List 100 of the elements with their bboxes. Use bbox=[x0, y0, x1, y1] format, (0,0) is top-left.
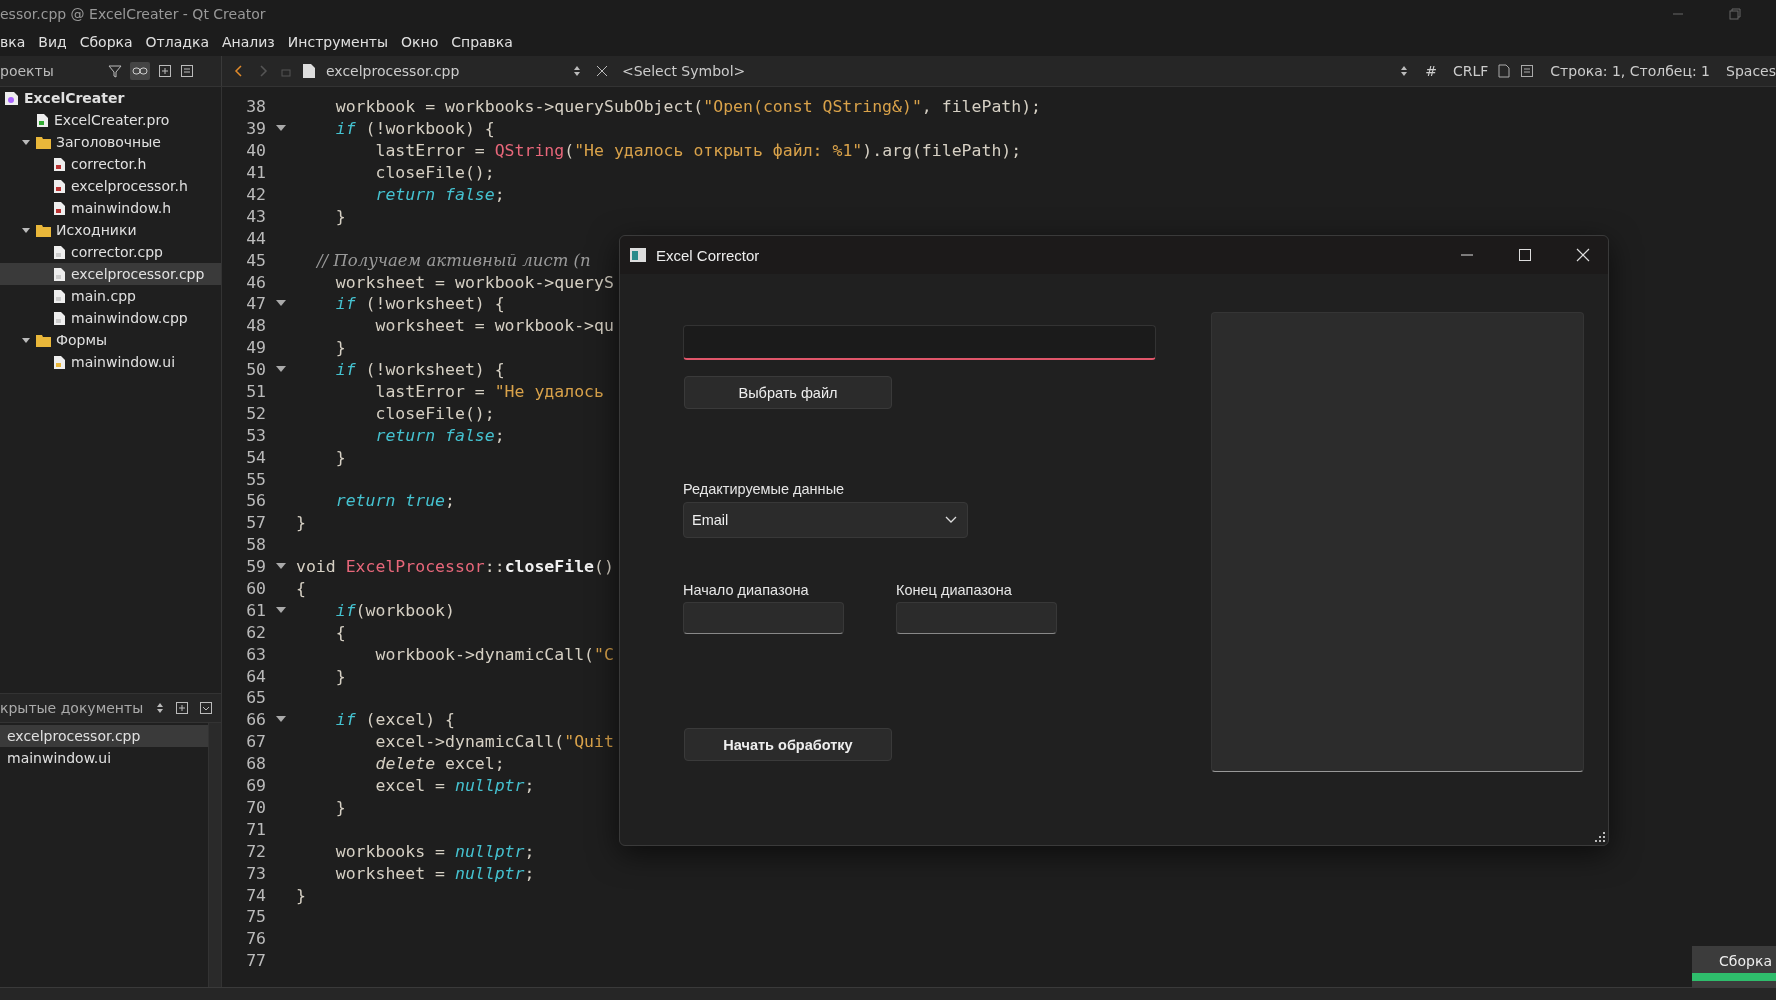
resize-grip-icon[interactable] bbox=[1595, 832, 1605, 842]
tree-item[interactable]: Заголовочные bbox=[0, 131, 221, 153]
updown-icon[interactable] bbox=[572, 64, 582, 78]
start-processing-button[interactable]: Начать обработку bbox=[684, 728, 892, 761]
menu-item[interactable]: Анализ bbox=[222, 34, 275, 50]
updown-icon[interactable] bbox=[1399, 64, 1410, 78]
updown-icon[interactable] bbox=[155, 701, 165, 715]
menu-item[interactable]: Инструменты bbox=[287, 34, 388, 50]
menu-item[interactable]: Справка bbox=[451, 34, 513, 50]
line-number: 39 bbox=[245, 119, 266, 139]
code-line: return false; bbox=[374, 185, 505, 204]
expand-arrow-icon[interactable] bbox=[21, 335, 31, 345]
tree-item[interactable]: ExcelCreater bbox=[0, 87, 221, 109]
symbol-selector[interactable]: <Select Symbol> bbox=[622, 63, 1390, 79]
code-line: excel->dynamicCall("Quit bbox=[374, 732, 614, 752]
fold-arrow-icon[interactable] bbox=[276, 366, 286, 374]
tree-item[interactable]: mainwindow.ui bbox=[0, 351, 221, 373]
tree-item[interactable]: corrector.h bbox=[0, 153, 221, 175]
file-icon bbox=[53, 178, 66, 194]
line-number: 70 bbox=[245, 797, 266, 817]
indentation-label[interactable]: Spaces bbox=[1726, 63, 1776, 79]
line-number: 43 bbox=[245, 206, 266, 226]
line-ending-label[interactable]: CRLF bbox=[1453, 63, 1489, 79]
line-number: 51 bbox=[245, 382, 266, 401]
split-icon[interactable] bbox=[158, 64, 172, 78]
menu-item[interactable]: Отладка bbox=[145, 34, 209, 50]
data-select[interactable]: Email bbox=[683, 502, 968, 538]
tree-item[interactable]: mainwindow.cpp bbox=[0, 307, 221, 329]
file-icon bbox=[53, 310, 66, 326]
close-icon[interactable] bbox=[1576, 248, 1590, 262]
tree-item[interactable]: excelprocessor.cpp bbox=[0, 263, 221, 285]
cursor-position[interactable]: Строка: 1, Столбец: 1 bbox=[1550, 63, 1711, 79]
line-number: 50 bbox=[245, 360, 266, 380]
fold-arrow-icon[interactable] bbox=[276, 125, 286, 133]
link-icon[interactable] bbox=[130, 62, 150, 80]
code-line: closeFile(); bbox=[374, 163, 495, 183]
window-title: essor.cpp @ ExcelCreater - Qt Creator bbox=[0, 6, 266, 22]
range-start-field[interactable] bbox=[683, 602, 844, 634]
build-progress-panel[interactable]: Сборка bbox=[1692, 946, 1776, 988]
range-end-field[interactable] bbox=[896, 602, 1057, 634]
code-line: worksheet = nullptr; bbox=[334, 863, 535, 883]
file-path-field[interactable] bbox=[683, 325, 1156, 360]
tree-item[interactable]: excelprocessor.h bbox=[0, 175, 221, 197]
folder-icon bbox=[36, 135, 51, 149]
line-number: 52 bbox=[245, 403, 266, 423]
line-number: 63 bbox=[245, 644, 266, 664]
tree-item[interactable]: Формы bbox=[0, 329, 221, 351]
tree-item[interactable]: mainwindow.h bbox=[0, 197, 221, 219]
line-number: 73 bbox=[245, 863, 266, 883]
file-icon bbox=[53, 266, 66, 282]
tree-item[interactable]: corrector.cpp bbox=[0, 241, 221, 263]
code-line: return true; bbox=[334, 491, 455, 511]
field-label: Конец диапазона bbox=[896, 582, 1013, 598]
code-line: if(workbook) bbox=[334, 600, 455, 620]
tree-item[interactable]: main.cpp bbox=[0, 285, 221, 307]
fold-arrow-icon[interactable] bbox=[276, 606, 286, 614]
collapse-icon[interactable] bbox=[180, 64, 194, 78]
code-line: workbook = workbooks->querySubObject("Open(const QString&)", filePath); bbox=[334, 97, 1042, 117]
build-label: Сборка bbox=[1719, 953, 1773, 969]
app-icon bbox=[630, 248, 646, 262]
close-icon[interactable] bbox=[596, 65, 608, 77]
menu-item[interactable]: Вид bbox=[38, 34, 67, 50]
code-line: } bbox=[334, 338, 346, 358]
line-number: 71 bbox=[245, 819, 266, 839]
code-line: if (excel) { bbox=[334, 710, 455, 730]
choose-file-button[interactable]: Выбрать файл bbox=[684, 376, 892, 409]
line-number: 42 bbox=[245, 185, 266, 204]
line-number: 55 bbox=[245, 469, 266, 489]
split-icon[interactable] bbox=[175, 701, 189, 715]
menu-item[interactable]: вка bbox=[0, 34, 26, 50]
expand-arrow-icon[interactable] bbox=[21, 137, 31, 147]
line-number: 67 bbox=[245, 732, 266, 752]
line-number: 38 bbox=[245, 97, 266, 117]
panel-title: крытые документы bbox=[0, 700, 145, 716]
file-selector[interactable]: excelprocessor.cpp bbox=[326, 63, 562, 79]
menu-item[interactable]: Окно bbox=[401, 34, 439, 50]
scrollbar[interactable] bbox=[208, 723, 221, 987]
tree-item[interactable]: ExcelCreater.pro bbox=[0, 109, 221, 131]
list-icon[interactable] bbox=[1520, 64, 1535, 78]
filter-icon[interactable] bbox=[108, 64, 122, 78]
code-line: worksheet = workbook->qu bbox=[374, 316, 614, 336]
projects-selector[interactable]: роекты bbox=[0, 63, 100, 79]
maximize-icon[interactable] bbox=[1518, 248, 1532, 262]
menu-item[interactable]: Сборка bbox=[79, 34, 133, 50]
fold-arrow-icon[interactable] bbox=[276, 300, 286, 308]
project-icon bbox=[4, 90, 19, 106]
line-number: 40 bbox=[245, 141, 266, 161]
collapse-icon[interactable] bbox=[199, 701, 213, 715]
open-document-item[interactable]: mainwindow.ui bbox=[0, 747, 208, 769]
hash-label[interactable]: # bbox=[1425, 63, 1437, 79]
fold-arrow-icon[interactable] bbox=[276, 563, 286, 571]
document-icon[interactable] bbox=[1498, 64, 1511, 78]
line-number: 46 bbox=[245, 272, 266, 292]
tree-item[interactable]: Исходники bbox=[0, 219, 221, 241]
file-icon bbox=[53, 354, 66, 370]
code-line: { bbox=[334, 622, 346, 642]
fold-arrow-icon[interactable] bbox=[276, 716, 286, 724]
file-icon bbox=[53, 200, 66, 216]
expand-arrow-icon[interactable] bbox=[21, 225, 31, 235]
open-document-item[interactable]: excelprocessor.cpp bbox=[0, 725, 208, 747]
